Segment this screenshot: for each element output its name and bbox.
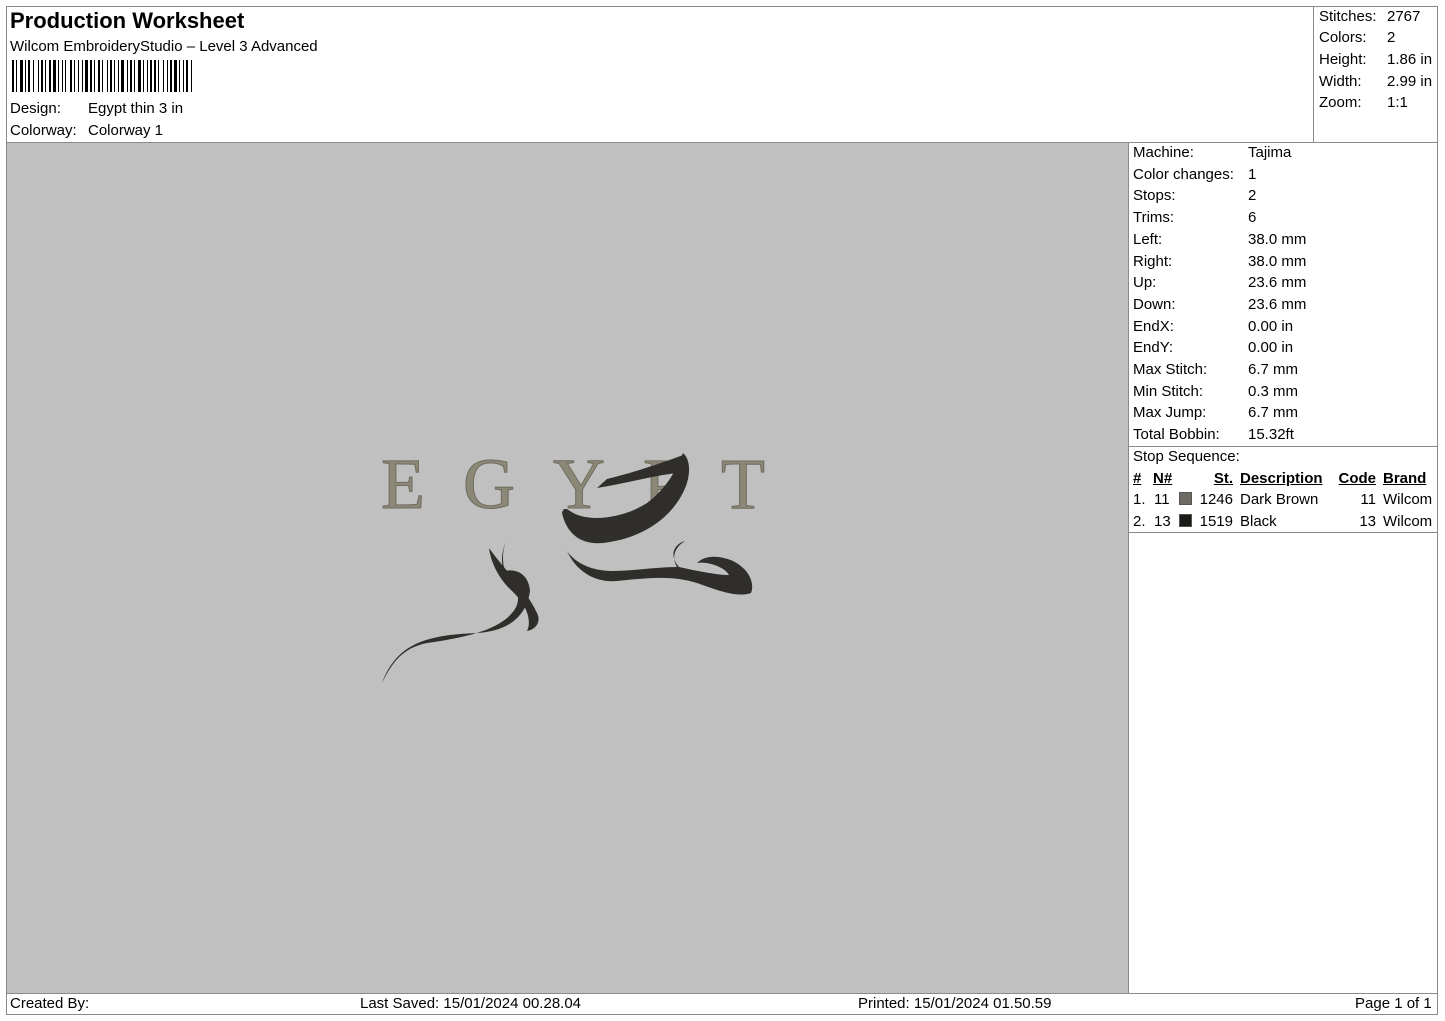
design-label: Design: [10,100,61,117]
stop-description: Black [1240,513,1277,530]
stop-index: 2. [1133,513,1146,530]
zoom-label: Zoom: [1319,94,1362,111]
machine-info-label: EndY: [1133,339,1174,357]
stitches-label: Stitches: [1319,8,1377,25]
zoom-value: 1:1 [1387,94,1408,111]
egypt-lettering: EGYPT [381,444,803,524]
machine-info-value: 23.6 mm [1248,295,1307,313]
machine-info-value: 0.00 in [1248,317,1294,335]
machine-info-label: Min Stitch: [1133,382,1204,400]
width-value: 2.99 in [1387,73,1433,90]
height-label: Height: [1319,51,1367,68]
machine-info-value: 38.0 mm [1248,252,1307,270]
stop-sequence-title: Stop Sequence: [1133,448,1240,465]
stop-description: Dark Brown [1240,491,1319,508]
stop-brand: Wilcom [1383,491,1433,508]
stop-brand: Wilcom [1383,513,1433,530]
summary-divider [1313,6,1314,142]
design-preview: EGYPT [381,444,803,683]
machine-info-divider [1128,446,1438,447]
stop-code: 13 [1359,513,1376,530]
machine-info-label: Max Jump: [1133,404,1207,422]
design-value: Egypt thin 3 in [88,100,184,117]
color-swatch [1179,492,1192,505]
design-canvas[interactable]: EGYPT [7,143,1128,993]
stop-stitches: 1519 [1199,513,1233,530]
software-name: Wilcom EmbroideryStudio – Level 3 Advanc… [10,38,318,55]
color-swatch [1179,514,1192,527]
created-by: Created By: [10,995,90,1012]
machine-info-value: 1 [1248,165,1257,183]
machine-info-value: 6.7 mm [1248,404,1299,422]
height-value: 1.86 in [1387,51,1433,68]
machine-info-label: Max Stitch: [1133,361,1208,378]
colors-value: 2 [1387,29,1396,46]
table-header-cell: Brand [1383,470,1427,487]
table-header-cell: Description [1240,470,1323,487]
machine-info-label: Total Bobbin: [1133,426,1220,444]
stop-sequence-divider [1128,532,1438,533]
last-saved: Last Saved: 15/01/2024 00.28.04 [360,995,582,1012]
width-label: Width: [1319,73,1362,90]
stop-needle: 13 [1154,513,1171,530]
machine-info-value: 0.3 mm [1248,382,1299,400]
machine-info-value: 15.32ft [1248,426,1294,444]
colorway-label: Colorway: [10,122,77,139]
machine-info-value: 38.0 mm [1248,230,1307,248]
stop-stitches: 1246 [1199,491,1233,508]
footer-divider [6,993,1438,994]
sidebar-divider [1128,142,1129,994]
stitches-value: 2767 [1387,8,1421,25]
table-header-cell: # [1133,470,1142,487]
machine-info-value: Tajima [1248,144,1292,161]
machine-info-label: Color changes: [1133,165,1234,183]
machine-info-label: Down: [1133,295,1176,313]
machine-info-label: EndX: [1133,317,1174,335]
machine-info-label: Up: [1133,274,1157,292]
table-header-cell: N# [1153,470,1173,487]
machine-info-label: Trims: [1133,209,1175,227]
barcode [12,60,192,92]
page-title: Production Worksheet [10,8,245,33]
stop-code: 11 [1360,491,1376,508]
machine-info-label: Right: [1133,252,1173,270]
machine-info-label: Left: [1133,230,1163,248]
colorway-value: Colorway 1 [88,122,164,139]
machine-info-value: 6 [1248,209,1257,227]
stop-index: 1. [1133,491,1146,508]
printed-date: Printed: 15/01/2024 01.50.59 [858,995,1052,1012]
machine-info-value: 2 [1248,187,1257,205]
machine-info-label: Stops: [1133,187,1176,205]
table-header-cell: St. [1213,470,1233,487]
table-header-cell: Code [1338,470,1377,487]
machine-info-value: 6.7 mm [1248,361,1299,378]
stop-needle: 11 [1154,491,1170,508]
machine-info-label: Machine: [1133,144,1194,161]
machine-info-value: 0.00 in [1248,339,1294,357]
machine-info-value: 23.6 mm [1248,274,1307,292]
page-number: Page 1 of 1 [1355,995,1432,1012]
colors-label: Colors: [1319,29,1367,46]
